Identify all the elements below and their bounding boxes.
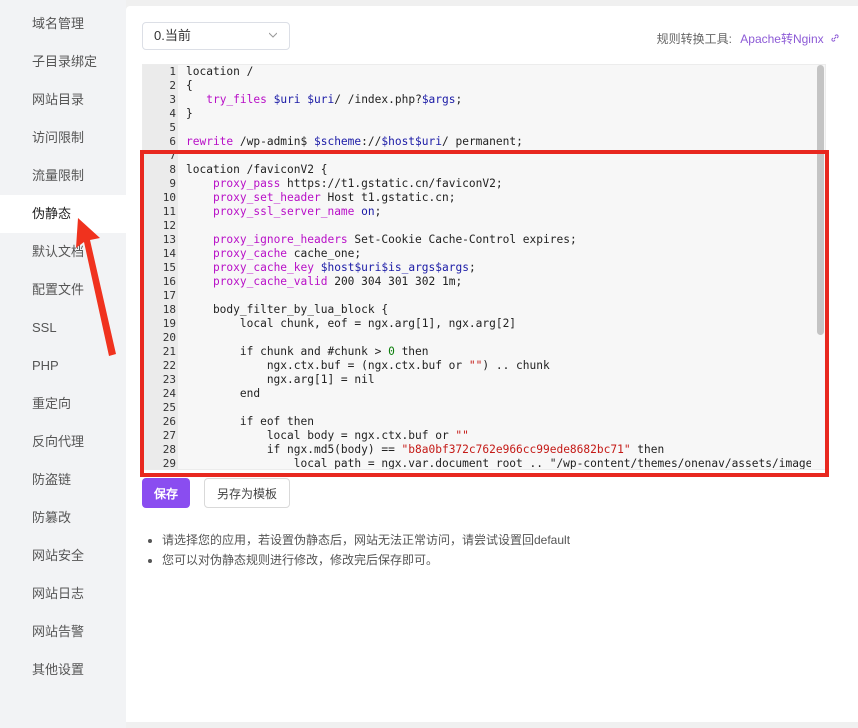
save-as-template-button[interactable]: 另存为模板 [204, 478, 290, 508]
help-notes: 请选择您的应用，若设置伪静态后，网站无法正常访问，请尝试设置回default 您… [150, 530, 570, 570]
sidebar-item[interactable]: 网站告警 [0, 613, 126, 651]
code-line[interactable]: location / [186, 65, 811, 79]
annotation-arrow-icon [76, 218, 116, 356]
line-number: 6 [169, 135, 176, 148]
sidebar-item[interactable]: 反向代理 [0, 423, 126, 461]
note-item: 您可以对伪静态规则进行修改，修改完后保存即可。 [162, 550, 570, 570]
code-line[interactable]: try_files $uri $uri/ /index.php?$args; [186, 93, 811, 107]
code-line[interactable] [186, 121, 811, 135]
main-panel: 0.当前 规则转换工具: Apache转Nginx 1 2 3 4 5 6 7 8 9 10 11 1… [126, 6, 858, 722]
chevron-down-icon [269, 32, 277, 38]
apache-to-nginx-link[interactable]: Apache转Nginx [740, 30, 840, 47]
sidebar-item[interactable]: 域名管理 [0, 5, 126, 43]
save-button[interactable]: 保存 [142, 478, 190, 508]
sidebar-item[interactable]: 重定向 [0, 385, 126, 423]
line-number: 1 [169, 65, 176, 78]
code-line[interactable]: rewrite /wp-admin$ $scheme://$host$uri/ … [186, 135, 811, 149]
sidebar-item[interactable]: 访问限制 [0, 119, 126, 157]
convert-tool-label: 规则转换工具: [656, 32, 732, 46]
sidebar-item[interactable]: 网站日志 [0, 575, 126, 613]
code-line[interactable]: { [186, 79, 811, 93]
line-number: 4 [169, 107, 176, 120]
highlight-box [140, 150, 829, 477]
sidebar-item[interactable]: 防盗链 [0, 461, 126, 499]
version-select[interactable]: 0.当前 [142, 22, 290, 50]
line-number: 5 [169, 121, 176, 134]
link-icon [831, 34, 839, 42]
version-select-value: 0.当前 [154, 28, 191, 43]
sidebar-item[interactable]: 其他设置 [0, 651, 126, 689]
sidebar-item[interactable]: 子目录绑定 [0, 43, 126, 81]
sidebar-item[interactable]: 网站目录 [0, 81, 126, 119]
sidebar-item[interactable]: 网站安全 [0, 537, 126, 575]
line-number: 3 [169, 93, 176, 106]
sidebar-item[interactable]: 防篡改 [0, 499, 126, 537]
sidebar: 域名管理 子目录绑定 网站目录 访问限制 流量限制 伪静态 默认文档 配置文件 SSL PHP 重定… [0, 0, 126, 728]
line-number: 2 [169, 79, 176, 92]
code-line[interactable]: } [186, 107, 811, 121]
note-item: 请选择您的应用，若设置伪静态后，网站无法正常访问，请尝试设置回default [162, 530, 570, 550]
sidebar-item[interactable]: 流量限制 [0, 157, 126, 195]
apache-to-nginx-link-text: Apache转Nginx [740, 32, 824, 46]
